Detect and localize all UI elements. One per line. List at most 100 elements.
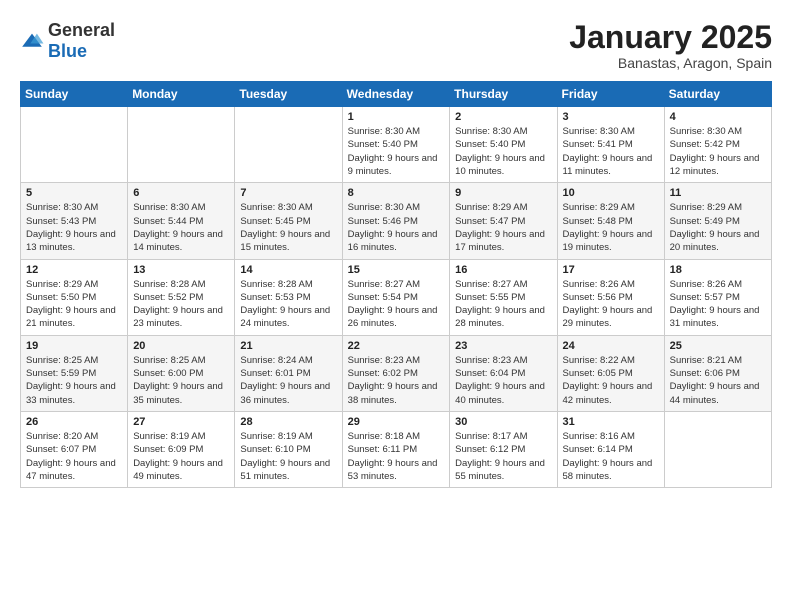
day-number-31: 31 bbox=[563, 416, 659, 428]
day-number-22: 22 bbox=[348, 340, 445, 352]
cell-w3-d3: 22 Sunrise: 8:23 AM Sunset: 6:02 PM Dayli… bbox=[342, 335, 450, 411]
week-row-1: 5 Sunrise: 8:30 AM Sunset: 5:43 PM Daylig… bbox=[21, 183, 772, 259]
cell-w1-d2: 7 Sunrise: 8:30 AM Sunset: 5:45 PM Daylig… bbox=[235, 183, 342, 259]
col-tuesday: Tuesday bbox=[235, 82, 342, 107]
page: General Blue January 2025 Banastas, Arag… bbox=[0, 0, 792, 498]
day-number-26: 26 bbox=[26, 416, 122, 428]
day-number-30: 30 bbox=[455, 416, 551, 428]
day-info-24: Sunrise: 8:22 AM Sunset: 6:05 PM Dayligh… bbox=[563, 354, 659, 407]
week-row-2: 12 Sunrise: 8:29 AM Sunset: 5:50 PM Dayli… bbox=[21, 259, 772, 335]
day-number-10: 10 bbox=[563, 187, 659, 199]
day-info-10: Sunrise: 8:29 AM Sunset: 5:48 PM Dayligh… bbox=[563, 201, 659, 254]
cell-w0-d2 bbox=[235, 107, 342, 183]
logo-blue: Blue bbox=[48, 41, 87, 61]
day-number-24: 24 bbox=[563, 340, 659, 352]
col-thursday: Thursday bbox=[450, 82, 557, 107]
day-info-6: Sunrise: 8:30 AM Sunset: 5:44 PM Dayligh… bbox=[133, 201, 229, 254]
day-number-7: 7 bbox=[240, 187, 336, 199]
day-number-4: 4 bbox=[670, 111, 766, 123]
day-info-18: Sunrise: 8:26 AM Sunset: 5:57 PM Dayligh… bbox=[670, 278, 766, 331]
day-number-25: 25 bbox=[670, 340, 766, 352]
cell-w2-d2: 14Sunrise: 8:28 AM Sunset: 5:53 PM Dayli… bbox=[235, 259, 342, 335]
day-number-2: 2 bbox=[455, 111, 551, 123]
day-info-27: Sunrise: 8:19 AM Sunset: 6:09 PM Dayligh… bbox=[133, 430, 229, 483]
cell-w0-d3: 1 Sunrise: 8:30 AM Sunset: 5:40 PM Daylig… bbox=[342, 107, 450, 183]
week-row-4: 26 Sunrise: 8:20 AM Sunset: 6:07 PM Dayli… bbox=[21, 411, 772, 487]
day-number-28: 28 bbox=[240, 416, 336, 428]
day-info-1: Sunrise: 8:30 AM Sunset: 5:40 PM Dayligh… bbox=[348, 125, 445, 178]
cell-w0-d4: 2 Sunrise: 8:30 AM Sunset: 5:40 PM Daylig… bbox=[450, 107, 557, 183]
cell-w2-d3: 15Sunrise: 8:27 AM Sunset: 5:54 PM Dayli… bbox=[342, 259, 450, 335]
col-monday: Monday bbox=[128, 82, 235, 107]
header-row: Sunday Monday Tuesday Wednesday Thursday… bbox=[21, 82, 772, 107]
day-number-27: 27 bbox=[133, 416, 229, 428]
calendar-table: Sunday Monday Tuesday Wednesday Thursday… bbox=[20, 81, 772, 488]
day-info-26: Sunrise: 8:20 AM Sunset: 6:07 PM Dayligh… bbox=[26, 430, 122, 483]
day-number-17: 17 bbox=[563, 264, 659, 276]
day-info-9: Sunrise: 8:29 AM Sunset: 5:47 PM Dayligh… bbox=[455, 201, 551, 254]
cell-w1-d3: 8 Sunrise: 8:30 AM Sunset: 5:46 PM Daylig… bbox=[342, 183, 450, 259]
calendar-subtitle: Banastas, Aragon, Spain bbox=[569, 55, 772, 71]
day-number-9: 9 bbox=[455, 187, 551, 199]
cell-w1-d4: 9 Sunrise: 8:29 AM Sunset: 5:47 PM Daylig… bbox=[450, 183, 557, 259]
title-block: January 2025 Banastas, Aragon, Spain bbox=[569, 20, 772, 71]
cell-w1-d1: 6Sunrise: 8:30 AM Sunset: 5:44 PM Daylig… bbox=[128, 183, 235, 259]
logo: General Blue bbox=[20, 20, 115, 62]
day-info-31: Sunrise: 8:16 AM Sunset: 6:14 PM Dayligh… bbox=[563, 430, 659, 483]
day-info-17: Sunrise: 8:26 AM Sunset: 5:56 PM Dayligh… bbox=[563, 278, 659, 331]
day-number-20: 20 bbox=[133, 340, 229, 352]
day-info-16: Sunrise: 8:27 AM Sunset: 5:55 PM Dayligh… bbox=[455, 278, 551, 331]
cell-w0-d6: 4 Sunrise: 8:30 AM Sunset: 5:42 PM Daylig… bbox=[664, 107, 771, 183]
calendar-header: Sunday Monday Tuesday Wednesday Thursday… bbox=[21, 82, 772, 107]
day-number-18: 18 bbox=[670, 264, 766, 276]
col-saturday: Saturday bbox=[664, 82, 771, 107]
cell-w2-d5: 17 Sunrise: 8:26 AM Sunset: 5:56 PM Dayli… bbox=[557, 259, 664, 335]
day-info-8: Sunrise: 8:30 AM Sunset: 5:46 PM Dayligh… bbox=[348, 201, 445, 254]
day-info-22: Sunrise: 8:23 AM Sunset: 6:02 PM Dayligh… bbox=[348, 354, 445, 407]
cell-w4-d0: 26 Sunrise: 8:20 AM Sunset: 6:07 PM Dayli… bbox=[21, 411, 128, 487]
cell-w3-d2: 21Sunrise: 8:24 AM Sunset: 6:01 PM Dayli… bbox=[235, 335, 342, 411]
cell-w4-d2: 28 Sunrise: 8:19 AM Sunset: 6:10 PM Dayli… bbox=[235, 411, 342, 487]
day-number-19: 19 bbox=[26, 340, 122, 352]
cell-w3-d1: 20 Sunrise: 8:25 AM Sunset: 6:00 PM Dayli… bbox=[128, 335, 235, 411]
day-number-12: 12 bbox=[26, 264, 122, 276]
col-wednesday: Wednesday bbox=[342, 82, 450, 107]
day-number-8: 8 bbox=[348, 187, 445, 199]
day-info-25: Sunrise: 8:21 AM Sunset: 6:06 PM Dayligh… bbox=[670, 354, 766, 407]
col-sunday: Sunday bbox=[21, 82, 128, 107]
day-info-11: Sunrise: 8:29 AM Sunset: 5:49 PM Dayligh… bbox=[670, 201, 766, 254]
cell-w2-d1: 13Sunrise: 8:28 AM Sunset: 5:52 PM Dayli… bbox=[128, 259, 235, 335]
calendar-title: January 2025 bbox=[569, 20, 772, 55]
day-info-30: Sunrise: 8:17 AM Sunset: 6:12 PM Dayligh… bbox=[455, 430, 551, 483]
day-info-29: Sunrise: 8:18 AM Sunset: 6:11 PM Dayligh… bbox=[348, 430, 445, 483]
day-info-7: Sunrise: 8:30 AM Sunset: 5:45 PM Dayligh… bbox=[240, 201, 336, 254]
day-number-23: 23 bbox=[455, 340, 551, 352]
cell-w0-d5: 3Sunrise: 8:30 AM Sunset: 5:41 PM Daylig… bbox=[557, 107, 664, 183]
day-info-5: Sunrise: 8:30 AM Sunset: 5:43 PM Dayligh… bbox=[26, 201, 122, 254]
cell-w2-d0: 12 Sunrise: 8:29 AM Sunset: 5:50 PM Dayli… bbox=[21, 259, 128, 335]
cell-w4-d6 bbox=[664, 411, 771, 487]
cell-w1-d6: 11Sunrise: 8:29 AM Sunset: 5:49 PM Dayli… bbox=[664, 183, 771, 259]
day-number-21: 21 bbox=[240, 340, 336, 352]
day-info-20: Sunrise: 8:25 AM Sunset: 6:00 PM Dayligh… bbox=[133, 354, 229, 407]
day-info-28: Sunrise: 8:19 AM Sunset: 6:10 PM Dayligh… bbox=[240, 430, 336, 483]
day-info-4: Sunrise: 8:30 AM Sunset: 5:42 PM Dayligh… bbox=[670, 125, 766, 178]
week-row-0: 1 Sunrise: 8:30 AM Sunset: 5:40 PM Daylig… bbox=[21, 107, 772, 183]
day-number-5: 5 bbox=[26, 187, 122, 199]
day-number-1: 1 bbox=[348, 111, 445, 123]
calendar-body: 1 Sunrise: 8:30 AM Sunset: 5:40 PM Daylig… bbox=[21, 107, 772, 488]
day-info-13: Sunrise: 8:28 AM Sunset: 5:52 PM Dayligh… bbox=[133, 278, 229, 331]
cell-w3-d0: 19Sunrise: 8:25 AM Sunset: 5:59 PM Dayli… bbox=[21, 335, 128, 411]
week-row-3: 19Sunrise: 8:25 AM Sunset: 5:59 PM Dayli… bbox=[21, 335, 772, 411]
cell-w1-d0: 5 Sunrise: 8:30 AM Sunset: 5:43 PM Daylig… bbox=[21, 183, 128, 259]
cell-w2-d6: 18 Sunrise: 8:26 AM Sunset: 5:57 PM Dayli… bbox=[664, 259, 771, 335]
cell-w4-d4: 30 Sunrise: 8:17 AM Sunset: 6:12 PM Dayli… bbox=[450, 411, 557, 487]
logo-general: General bbox=[48, 20, 115, 40]
day-info-12: Sunrise: 8:29 AM Sunset: 5:50 PM Dayligh… bbox=[26, 278, 122, 331]
day-number-29: 29 bbox=[348, 416, 445, 428]
cell-w2-d4: 16Sunrise: 8:27 AM Sunset: 5:55 PM Dayli… bbox=[450, 259, 557, 335]
logo-icon bbox=[20, 32, 44, 50]
day-info-2: Sunrise: 8:30 AM Sunset: 5:40 PM Dayligh… bbox=[455, 125, 551, 178]
cell-w4-d5: 31 Sunrise: 8:16 AM Sunset: 6:14 PM Dayli… bbox=[557, 411, 664, 487]
cell-w4-d3: 29 Sunrise: 8:18 AM Sunset: 6:11 PM Dayli… bbox=[342, 411, 450, 487]
